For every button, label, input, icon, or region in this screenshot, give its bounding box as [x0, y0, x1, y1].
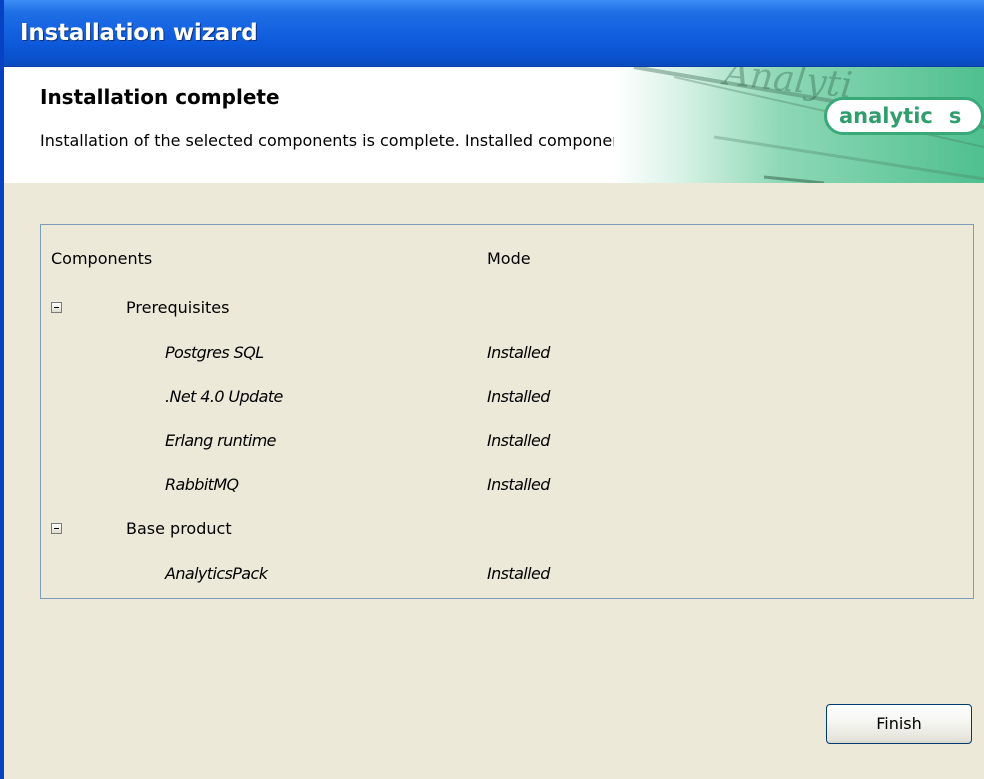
page-description: Installation of the selected components …	[40, 131, 674, 150]
group-label: Base product	[126, 519, 232, 538]
component-mode: Installed	[487, 387, 550, 406]
column-header-mode: Mode	[487, 249, 531, 268]
list-item: RabbitMQ Installed	[41, 467, 971, 511]
wizard-body: Components Mode Prerequisites Postgres S…	[4, 183, 984, 779]
title-bar[interactable]: Installation wizard	[4, 0, 984, 67]
list-item: AnalyticsPack Installed	[41, 556, 971, 600]
list-item: .Net 4.0 Update Installed	[41, 379, 971, 423]
group-row-base-product: Base product	[41, 511, 971, 555]
components-list: Components Mode Prerequisites Postgres S…	[40, 224, 974, 599]
window-title: Installation wizard	[20, 20, 258, 46]
component-name: RabbitMQ	[165, 475, 239, 494]
product-logo-text: analytic	[839, 104, 933, 128]
collapse-minus-icon[interactable]	[51, 302, 62, 313]
product-banner: Analyti analytic s	[614, 67, 984, 183]
finish-button[interactable]: Finish	[826, 704, 972, 744]
product-logo-suffix: s	[948, 104, 962, 128]
component-mode: Installed	[487, 564, 550, 583]
component-name: Erlang runtime	[165, 431, 277, 450]
group-row-prerequisites: Prerequisites	[41, 290, 971, 334]
component-name: .Net 4.0 Update	[165, 387, 283, 406]
product-logo: analytic s	[824, 97, 984, 135]
component-mode: Installed	[487, 475, 550, 494]
component-name: AnalyticsPack	[165, 564, 268, 583]
component-mode: Installed	[487, 431, 550, 450]
list-item: Postgres SQL Installed	[41, 335, 971, 379]
wizard-header: Installation complete Installation of th…	[4, 67, 984, 183]
list-item: Erlang runtime Installed	[41, 423, 971, 467]
group-label: Prerequisites	[126, 298, 230, 317]
installation-wizard-window: Installation wizard Installation complet…	[0, 0, 984, 779]
collapse-minus-icon[interactable]	[51, 523, 62, 534]
column-header-components: Components	[51, 249, 153, 268]
component-mode: Installed	[487, 343, 550, 362]
page-heading: Installation complete	[40, 85, 280, 109]
component-name: Postgres SQL	[165, 343, 264, 362]
